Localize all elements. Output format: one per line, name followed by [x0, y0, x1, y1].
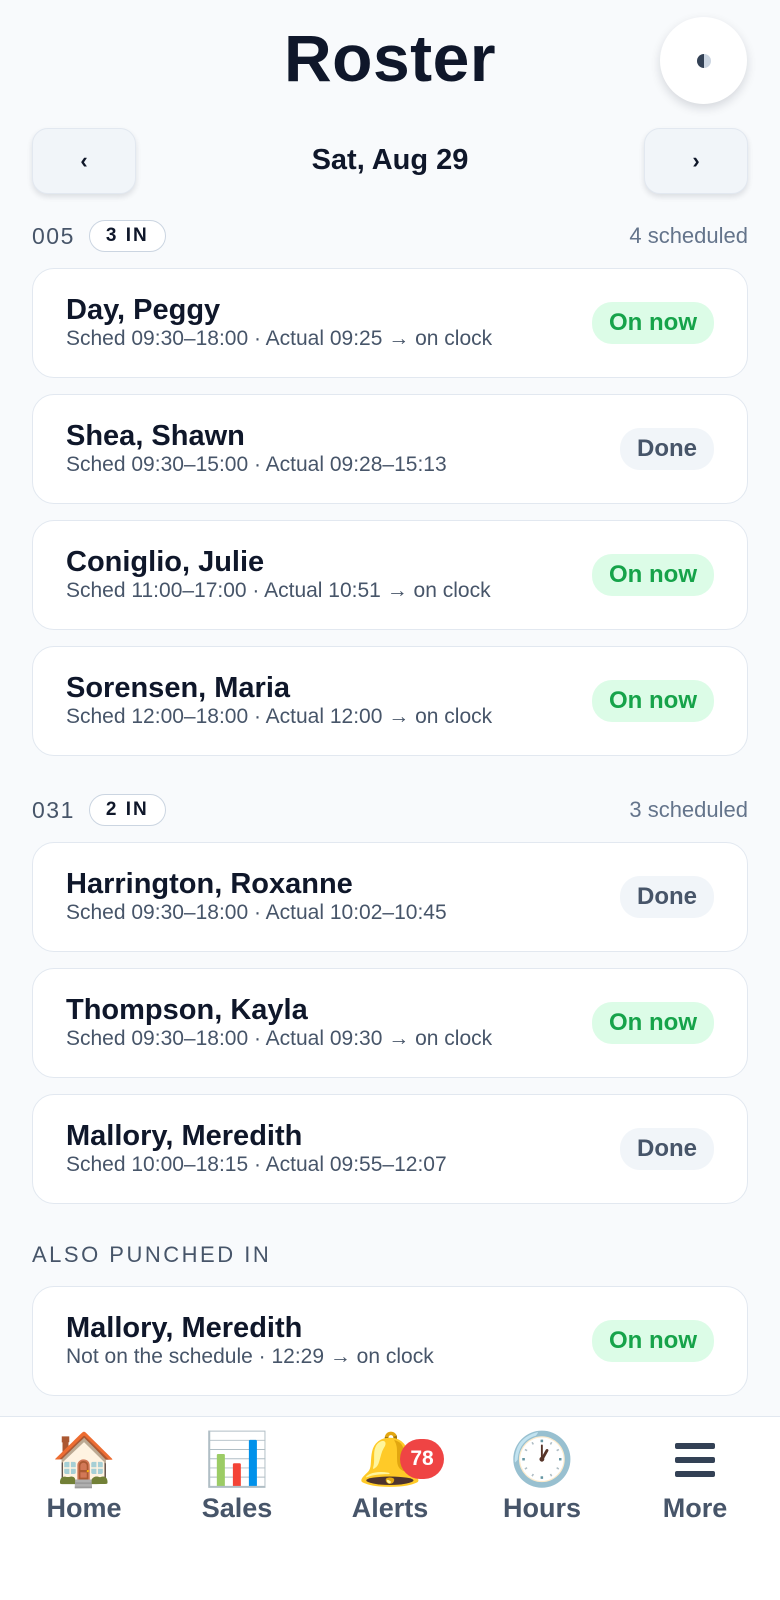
home-icon: 🏠	[51, 1431, 117, 1489]
store-code: 031	[32, 796, 75, 823]
nav-label: More	[662, 1493, 728, 1523]
employee-name: Mallory, Meredith	[66, 1312, 303, 1344]
shift-card[interactable]: Day, Peggy Sched 09:30–18:00 · Actual 09…	[32, 268, 748, 378]
nav-label: Hours	[502, 1493, 581, 1523]
employee-name: Mallory, Meredith	[66, 1120, 303, 1152]
also-punched-in-heading: ALSO PUNCHED IN	[32, 1242, 272, 1267]
shift-card[interactable]: Harrington, Roxanne Sched 09:30–18:00 · …	[32, 842, 748, 952]
shift-detail: Sched 09:30–18:00 · Actual 10:02–10:45	[66, 901, 447, 924]
nav-home[interactable]: 🏠 Home	[14, 1429, 154, 1524]
nav-label: Alerts	[351, 1493, 429, 1523]
status-badge: On now	[592, 680, 714, 722]
shift-detail: Sched 11:00–17:00 · Actual 10:51 → on cl…	[66, 579, 491, 602]
in-count-badge: 2 IN	[88, 794, 166, 826]
shift-card[interactable]: Shea, Shawn Sched 09:30–15:00 · Actual 0…	[32, 394, 748, 504]
employee-name: Sorensen, Maria	[66, 672, 291, 704]
nav-hours[interactable]: 🕐 Hours	[472, 1429, 612, 1524]
shift-detail: Sched 12:00–18:00 · Actual 12:00 → on cl…	[66, 705, 493, 728]
status-badge: Done	[620, 428, 714, 470]
theme-toggle-button[interactable]	[660, 17, 747, 104]
employee-name: Harrington, Roxanne	[66, 868, 353, 900]
date-navigation: ‹ Sat, Aug 29 ›	[0, 128, 780, 208]
shift-card[interactable]: Coniglio, Julie Sched 11:00–17:00 · Actu…	[32, 520, 748, 630]
bottom-navigation: 🏠 Home 📊 Sales 🔔 Alerts 78 🕐 Hours More	[0, 1416, 780, 1600]
scheduled-count: 4 scheduled	[629, 223, 748, 248]
shift-card[interactable]: Sorensen, Maria Sched 12:00–18:00 · Actu…	[32, 646, 748, 756]
status-badge: Done	[620, 876, 714, 918]
menu-icon	[625, 1429, 765, 1491]
header: Roster	[0, 0, 780, 120]
in-count-badge: 3 IN	[88, 220, 166, 252]
alerts-count-badge: 78	[400, 1439, 444, 1479]
next-day-button[interactable]: ›	[644, 128, 748, 194]
store-code: 005	[32, 222, 75, 249]
store-group-header: 031 2 IN 3 scheduled	[32, 790, 748, 830]
nav-sales[interactable]: 📊 Sales	[167, 1429, 307, 1524]
half-moon-icon	[696, 53, 711, 68]
shift-card[interactable]: Mallory, Meredith Not on the schedule · …	[32, 1286, 748, 1396]
store-group-header: 005 3 IN 4 scheduled	[32, 216, 748, 256]
employee-name: Coniglio, Julie	[66, 546, 265, 578]
employee-name: Thompson, Kayla	[66, 994, 308, 1026]
shift-detail: Sched 09:30–18:00 · Actual 09:30 → on cl…	[66, 1027, 493, 1050]
shift-card[interactable]: Thompson, Kayla Sched 09:30–18:00 · Actu…	[32, 968, 748, 1078]
shift-detail: Sched 10:00–18:15 · Actual 09:55–12:07	[66, 1153, 447, 1176]
status-badge: On now	[592, 1002, 714, 1044]
nav-more[interactable]: More	[625, 1429, 765, 1524]
bar-chart-icon: 📊	[204, 1431, 270, 1489]
employee-name: Day, Peggy	[66, 294, 221, 326]
clock-icon: 🕐	[509, 1431, 575, 1489]
status-badge: On now	[592, 554, 714, 596]
shift-detail: Sched 09:30–18:00 · Actual 09:25 → on cl…	[66, 327, 493, 350]
status-badge: On now	[592, 1320, 714, 1362]
shift-card[interactable]: Mallory, Meredith Sched 10:00–18:15 · Ac…	[32, 1094, 748, 1204]
shift-detail: Not on the schedule · 12:29 → on clock	[66, 1345, 434, 1368]
shift-detail: Sched 09:30–15:00 · Actual 09:28–15:13	[66, 453, 447, 476]
status-badge: On now	[592, 302, 714, 344]
nav-alerts[interactable]: 🔔 Alerts 78	[320, 1429, 460, 1524]
status-badge: Done	[620, 1128, 714, 1170]
nav-label: Sales	[201, 1493, 273, 1523]
scheduled-count: 3 scheduled	[629, 797, 748, 822]
nav-label: Home	[46, 1493, 122, 1523]
employee-name: Shea, Shawn	[66, 420, 245, 452]
